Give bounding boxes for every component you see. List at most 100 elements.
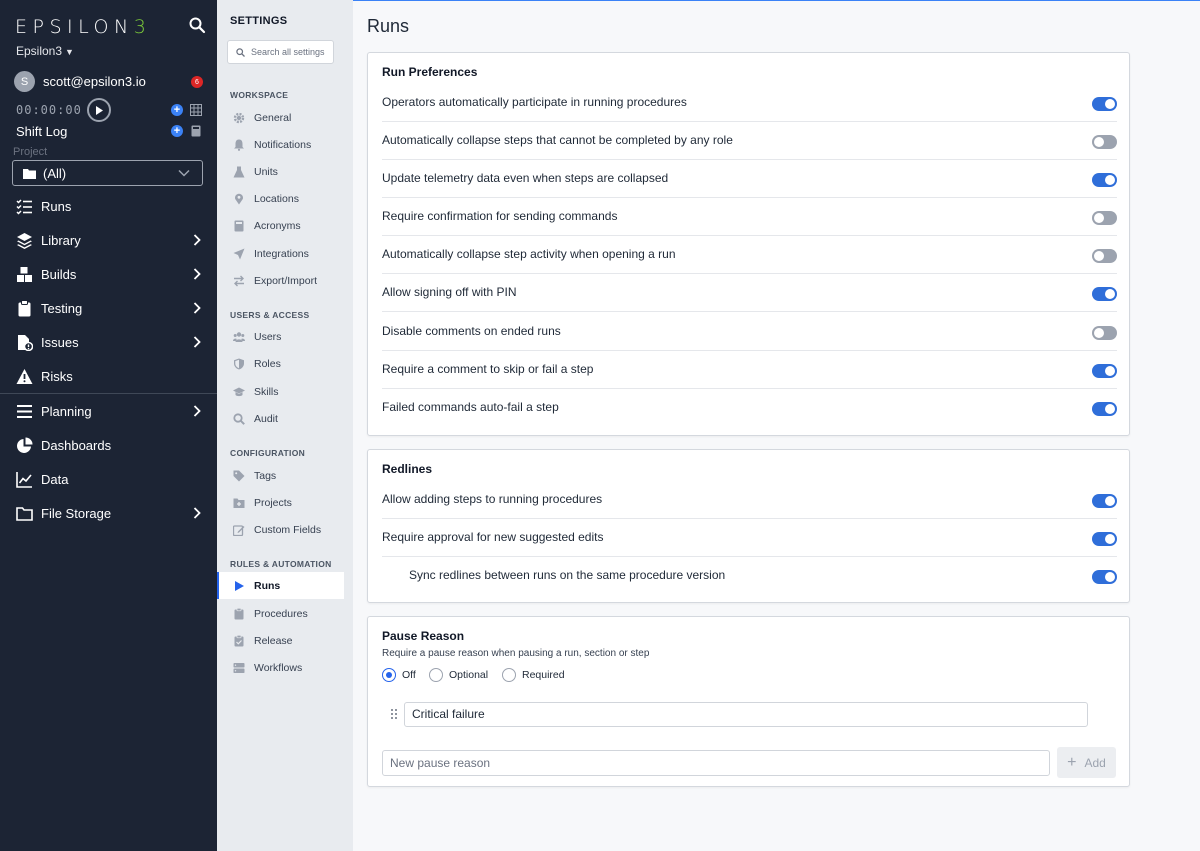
pref-row: Operators automatically participate in r… <box>382 84 1117 122</box>
folder-icon <box>23 168 36 179</box>
settings-item-export-import[interactable]: Export/Import <box>217 267 344 294</box>
add-shift-log-button[interactable]: + <box>171 125 183 137</box>
settings-item-projects[interactable]: Projects <box>217 489 344 516</box>
pref-row: Require confirmation for sending command… <box>382 198 1117 236</box>
nav-item-label: Runs <box>41 198 72 214</box>
pref-toggle[interactable] <box>1092 211 1117 225</box>
nav-divider <box>0 393 217 394</box>
settings-item-label: Runs <box>254 579 281 592</box>
settings-item-roles[interactable]: Roles <box>217 350 344 377</box>
project-select[interactable]: (All) <box>12 160 203 186</box>
settings-item-users[interactable]: Users <box>217 323 344 350</box>
settings-item-custom-fields[interactable]: Custom Fields <box>217 516 344 543</box>
nav-item-label: Issues <box>41 334 79 350</box>
shift-log-label[interactable]: Shift Log <box>16 124 67 139</box>
radio-button[interactable] <box>429 668 443 682</box>
settings-item-runs[interactable]: Runs <box>217 572 344 599</box>
settings-item-locations[interactable]: Locations <box>217 185 344 212</box>
nav-item-issues[interactable]: Issues <box>0 327 217 357</box>
settings-item-procedures[interactable]: Procedures <box>217 600 344 627</box>
pref-label: Allow signing off with PIN <box>382 285 517 299</box>
settings-item-label: Acronyms <box>254 219 301 232</box>
pref-row: Require approval for new suggested edits <box>382 519 1117 557</box>
pause-reason-item-input[interactable]: Critical failure <box>404 702 1088 727</box>
add-timer-button[interactable]: + <box>171 104 183 116</box>
settings-item-release[interactable]: Release <box>217 627 344 654</box>
calendar-grid-icon[interactable] <box>190 104 202 116</box>
radio-label: Off <box>402 669 416 681</box>
card-title: Redlines <box>382 462 433 476</box>
nav-item-risks[interactable]: Risks <box>0 361 217 391</box>
settings-item-audit[interactable]: Audit <box>217 405 344 432</box>
settings-item-label: Units <box>254 165 278 178</box>
pref-toggle[interactable] <box>1092 532 1117 546</box>
card-title: Pause Reason <box>382 629 465 643</box>
nav-item-library[interactable]: Library <box>0 225 217 255</box>
nav-item-label: Builds <box>41 266 77 282</box>
settings-item-notifications[interactable]: Notifications <box>217 131 344 158</box>
clipboard-icon <box>18 299 31 316</box>
epsilon3-logo[interactable]: EPSILON3 <box>15 16 151 38</box>
nav-item-data[interactable]: Data <box>0 464 217 494</box>
pref-toggle[interactable] <box>1092 135 1117 149</box>
settings-item-label: Skills <box>254 385 279 398</box>
folder-plus-icon <box>233 498 245 508</box>
pref-toggle[interactable] <box>1092 173 1117 187</box>
pref-toggle[interactable] <box>1092 287 1117 301</box>
radio-button[interactable] <box>502 668 516 682</box>
pref-label: Require confirmation for sending command… <box>382 209 618 223</box>
chevron-right-icon <box>193 405 201 417</box>
chevron-down-icon <box>178 169 190 177</box>
settings-item-acronyms[interactable]: Acronyms <box>217 212 344 239</box>
settings-item-general[interactable]: General <box>217 104 344 131</box>
settings-item-integrations[interactable]: Integrations <box>217 240 344 267</box>
settings-item-tags[interactable]: Tags <box>217 462 344 489</box>
nav-item-builds[interactable]: Builds <box>0 259 217 289</box>
pref-row: Require a comment to skip or fail a step <box>382 351 1117 389</box>
gear-icon <box>233 112 245 123</box>
nav-item-file-storage[interactable]: File Storage <box>0 498 217 528</box>
radio-button-selected[interactable] <box>382 668 396 682</box>
settings-search-placeholder: Search all settings <box>251 47 325 57</box>
nav-item-planning[interactable]: Planning <box>0 396 217 426</box>
pref-toggle[interactable] <box>1092 249 1117 263</box>
pref-toggle[interactable] <box>1092 402 1117 416</box>
project-label: Project <box>13 146 48 158</box>
search-icon[interactable] <box>188 16 206 34</box>
pref-toggle[interactable] <box>1092 97 1117 111</box>
nav-item-runs[interactable]: Runs <box>0 191 217 221</box>
book-icon[interactable] <box>190 125 202 137</box>
nav-item-label: Dashboards <box>41 437 112 453</box>
pref-row: Allow adding steps to running procedures <box>382 481 1117 519</box>
settings-item-label: Procedures <box>254 607 308 620</box>
nav-item-dashboards[interactable]: Dashboards <box>0 430 217 460</box>
radio-required[interactable]: Required <box>502 668 565 682</box>
swap-arrows-icon <box>234 275 244 286</box>
radio-label: Required <box>522 669 565 681</box>
pref-toggle[interactable] <box>1092 494 1117 508</box>
notification-badge[interactable]: 6 <box>191 76 203 88</box>
workspace-switcher[interactable]: Epsilon3 ▼ <box>16 44 74 58</box>
settings-search-input[interactable]: Search all settings <box>227 40 334 64</box>
settings-item-units[interactable]: Units <box>217 158 344 185</box>
pref-row: Update telemetry data even when steps ar… <box>382 160 1117 198</box>
users-icon <box>233 331 245 342</box>
play-timer-button[interactable] <box>87 98 111 122</box>
drag-handle-icon[interactable] <box>390 708 398 720</box>
add-pause-reason-button[interactable]: + Add <box>1057 747 1116 778</box>
card-title: Run Preferences <box>382 65 478 79</box>
pref-toggle[interactable] <box>1092 364 1117 378</box>
user-menu[interactable]: S scott@epsilon3.io <box>14 71 146 92</box>
settings-item-label: Integrations <box>254 247 309 260</box>
main-content: Runs Run Preferences Operators automatic… <box>353 0 1200 851</box>
project-select-value: (All) <box>43 165 67 181</box>
radio-optional[interactable]: Optional <box>429 668 488 682</box>
main-sidebar: EPSILON3 Epsilon3 ▼ S scott@epsilon3.io 6… <box>0 0 217 851</box>
nav-item-testing[interactable]: Testing <box>0 293 217 323</box>
settings-item-skills[interactable]: Skills <box>217 378 344 405</box>
new-pause-reason-input[interactable]: New pause reason <box>382 750 1050 776</box>
radio-off[interactable]: Off <box>382 668 416 682</box>
pref-toggle[interactable] <box>1092 326 1117 340</box>
settings-item-workflows[interactable]: Workflows <box>217 654 344 681</box>
pref-toggle[interactable] <box>1092 570 1117 584</box>
